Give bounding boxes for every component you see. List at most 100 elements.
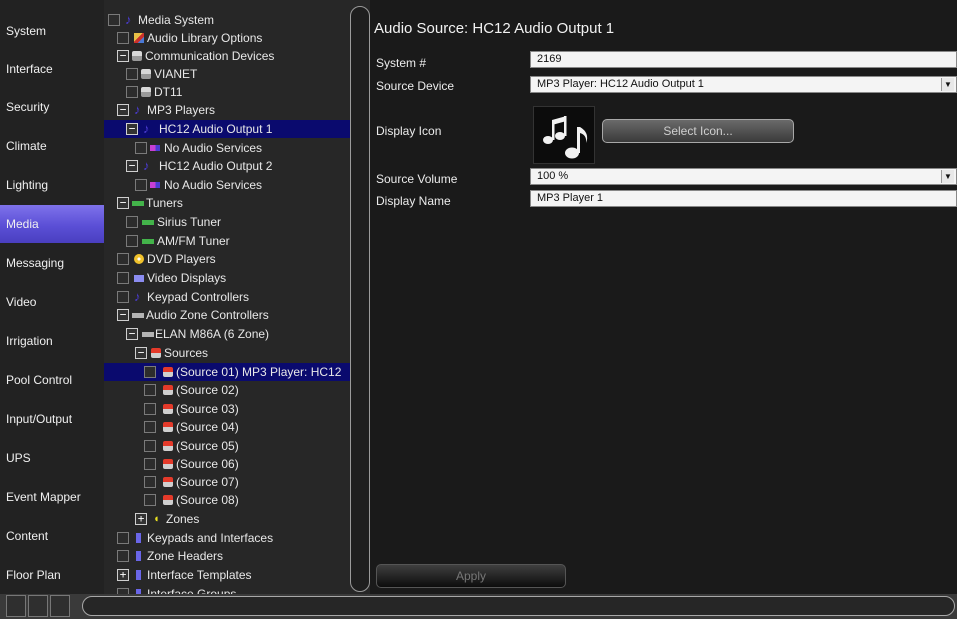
- source-icon: [151, 348, 161, 358]
- tree-checkbox[interactable]: [144, 366, 156, 378]
- tree-checkbox[interactable]: [126, 68, 138, 80]
- nav-item-interface[interactable]: Interface: [0, 50, 104, 88]
- audio-library-icon: [134, 33, 144, 43]
- tree-checkbox[interactable]: [144, 421, 156, 433]
- dropdown-arrow-icon[interactable]: ▼: [941, 170, 954, 183]
- tree-item-communication-devices[interactable]: − Communication Devices: [104, 47, 350, 65]
- tree-item-hc12-audio-output-1[interactable]: − HC12 Audio Output 1: [104, 120, 350, 138]
- tree-item-tuners[interactable]: − Tuners: [104, 194, 350, 212]
- tree-checkbox[interactable]: [117, 32, 129, 44]
- tree-item-source-05[interactable]: (Source 05): [104, 437, 350, 455]
- tree-item-mp3-players[interactable]: − MP3 Players: [104, 101, 350, 119]
- tree-item-video-displays[interactable]: Video Displays: [104, 269, 350, 287]
- tree-item-source-02[interactable]: (Source 02): [104, 381, 350, 399]
- tree-checkbox[interactable]: [144, 494, 156, 506]
- nav-item-ups[interactable]: UPS: [0, 439, 104, 477]
- tree-item-elan-m86a[interactable]: − ELAN M86A (6 Zone): [104, 325, 350, 343]
- nav-item-content[interactable]: Content: [0, 517, 104, 555]
- tree-item-keypads-and-interfaces[interactable]: Keypads and Interfaces: [104, 529, 350, 547]
- tree-checkbox[interactable]: [108, 14, 120, 26]
- collapse-toggle-icon[interactable]: −: [117, 104, 129, 116]
- tree-item-no-audio-services[interactable]: No Audio Services: [104, 176, 350, 194]
- horizontal-scrollbar[interactable]: [82, 596, 955, 616]
- tree-checkbox[interactable]: [117, 532, 129, 544]
- source-volume-value: 100 %: [537, 170, 569, 182]
- tree-checkbox[interactable]: [117, 253, 129, 265]
- tree-item-hc12-audio-output-2[interactable]: − HC12 Audio Output 2: [104, 157, 350, 175]
- tree-item-source-01[interactable]: (Source 01) MP3 Player: HC12: [104, 363, 350, 381]
- tree-item-zones[interactable]: + Zones: [104, 510, 350, 528]
- tree-checkbox[interactable]: [135, 179, 147, 191]
- tree-item-zone-headers[interactable]: Zone Headers: [104, 547, 350, 565]
- tree-checkbox[interactable]: [144, 476, 156, 488]
- tree-item-label: Interface Templates: [147, 568, 252, 582]
- tree-checkbox[interactable]: [135, 142, 147, 154]
- collapse-toggle-icon[interactable]: −: [117, 197, 129, 209]
- system-number-field[interactable]: 2169: [530, 51, 957, 68]
- tree-item-sources[interactable]: − Sources: [104, 344, 350, 362]
- nav-item-input-output[interactable]: Input/Output: [0, 400, 104, 438]
- tree-item-am-fm-tuner[interactable]: AM/FM Tuner: [104, 232, 350, 250]
- collapse-toggle-icon[interactable]: −: [126, 123, 138, 135]
- tree-item-label: DT11: [154, 85, 183, 99]
- bottom-tool-button[interactable]: [28, 595, 48, 617]
- tree-item-source-06[interactable]: (Source 06): [104, 455, 350, 473]
- tree-checkbox[interactable]: [144, 440, 156, 452]
- collapse-toggle-icon[interactable]: −: [135, 347, 147, 359]
- tree-checkbox[interactable]: [144, 403, 156, 415]
- select-icon-button[interactable]: Select Icon...: [602, 119, 794, 143]
- bottom-tool-button[interactable]: [6, 595, 26, 617]
- tree-checkbox[interactable]: [126, 216, 138, 228]
- nav-item-system[interactable]: System: [0, 12, 104, 50]
- tree-item-label: (Source 01) MP3 Player: HC12: [176, 365, 342, 379]
- tree-item-source-03[interactable]: (Source 03): [104, 400, 350, 418]
- source-volume-dropdown[interactable]: 100 % ▼: [530, 168, 957, 185]
- tree-checkbox[interactable]: [126, 86, 138, 98]
- expand-toggle-icon[interactable]: +: [135, 513, 147, 525]
- bottom-tool-button[interactable]: [50, 595, 70, 617]
- nav-item-security[interactable]: Security: [0, 88, 104, 126]
- tree-item-dvd-players[interactable]: DVD Players: [104, 250, 350, 268]
- collapse-toggle-icon[interactable]: −: [117, 309, 129, 321]
- collapse-toggle-icon[interactable]: −: [126, 160, 138, 172]
- tree-item-source-07[interactable]: (Source 07): [104, 473, 350, 491]
- nav-item-video[interactable]: Video: [0, 283, 104, 321]
- communication-device-icon: [141, 69, 151, 79]
- tree-item-interface-templates[interactable]: + Interface Templates: [104, 566, 350, 584]
- tree-item-sirius-tuner[interactable]: Sirius Tuner: [104, 213, 350, 231]
- nav-item-lighting[interactable]: Lighting: [0, 166, 104, 204]
- tree-item-interface-groups[interactable]: Interface Groups: [104, 585, 350, 594]
- tree-checkbox[interactable]: [117, 550, 129, 562]
- tree-item-source-08[interactable]: (Source 08): [104, 491, 350, 509]
- tree-checkbox[interactable]: [117, 272, 129, 284]
- apply-button[interactable]: Apply: [376, 564, 566, 588]
- tree-item-source-04[interactable]: (Source 04): [104, 418, 350, 436]
- tree-item-audio-zone-controllers[interactable]: − Audio Zone Controllers: [104, 306, 350, 324]
- collapse-toggle-icon[interactable]: −: [126, 328, 138, 340]
- tree-scrollbar[interactable]: [350, 6, 370, 592]
- tree-item-audio-library-options[interactable]: Audio Library Options: [104, 29, 350, 47]
- nav-item-messaging[interactable]: Messaging: [0, 244, 104, 282]
- expand-toggle-icon[interactable]: +: [117, 569, 129, 581]
- nav-item-media[interactable]: Media: [0, 205, 104, 243]
- tree-checkbox[interactable]: [144, 384, 156, 396]
- main-nav: System Interface Security Climate Lighti…: [0, 0, 104, 594]
- tree-checkbox[interactable]: [126, 235, 138, 247]
- tree-checkbox[interactable]: [117, 291, 129, 303]
- nav-item-floor-plan[interactable]: Floor Plan: [0, 556, 104, 594]
- dropdown-arrow-icon[interactable]: ▼: [941, 78, 954, 91]
- tree-item-keypad-controllers[interactable]: Keypad Controllers: [104, 288, 350, 306]
- tree-item-no-audio-services[interactable]: No Audio Services: [104, 139, 350, 157]
- tree-checkbox[interactable]: [144, 458, 156, 470]
- tree-item-media-system[interactable]: Media System: [104, 11, 350, 29]
- nav-item-pool-control[interactable]: Pool Control: [0, 361, 104, 399]
- source-device-dropdown[interactable]: MP3 Player: HC12 Audio Output 1 ▼: [530, 76, 957, 93]
- tree-item-label: Media System: [138, 13, 215, 27]
- tree-item-dt11[interactable]: DT11: [104, 83, 350, 101]
- nav-item-climate[interactable]: Climate: [0, 127, 104, 165]
- nav-item-irrigation[interactable]: Irrigation: [0, 322, 104, 360]
- tree-item-vianet[interactable]: VIANET: [104, 65, 350, 83]
- display-name-field[interactable]: MP3 Player 1: [530, 190, 957, 207]
- nav-item-event-mapper[interactable]: Event Mapper: [0, 478, 104, 516]
- collapse-toggle-icon[interactable]: −: [117, 50, 129, 62]
